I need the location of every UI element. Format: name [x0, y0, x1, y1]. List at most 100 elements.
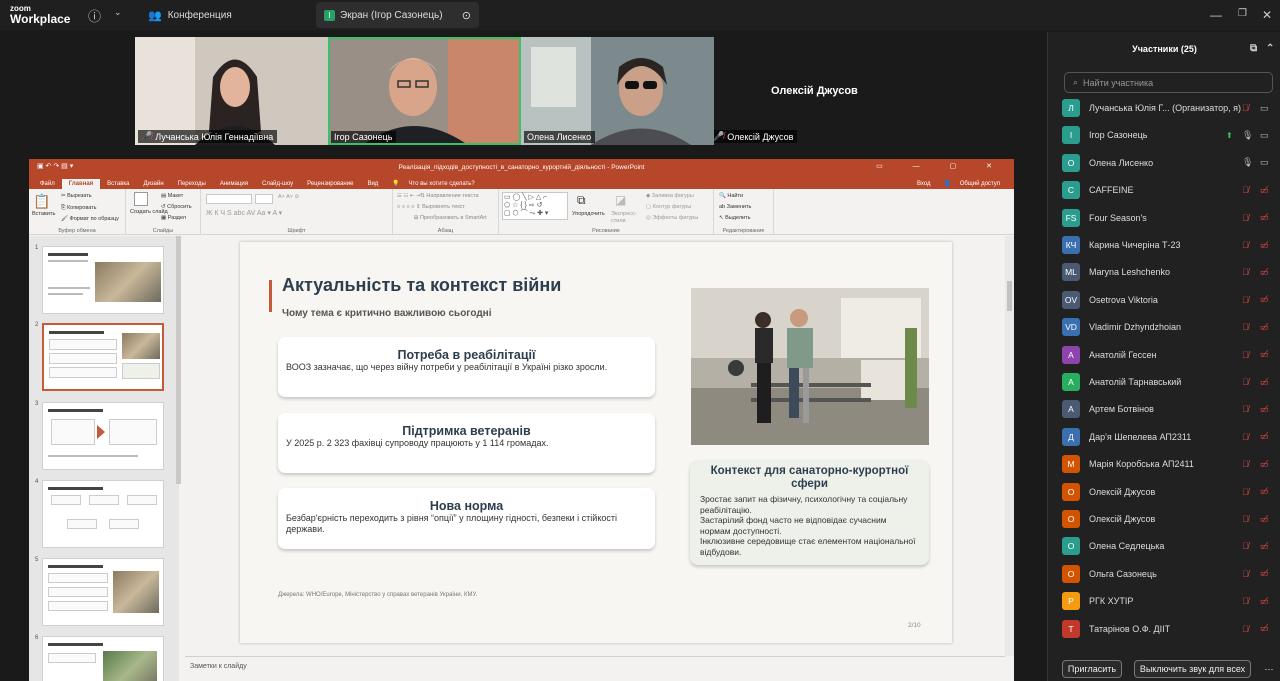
select-button[interactable]: ↖ Выделить [719, 215, 751, 221]
participant-row[interactable]: О Олена Седлецька 🎙̸ ▭̸ [1062, 536, 1280, 556]
font-family-select[interactable] [206, 194, 252, 204]
video-tile[interactable]: Олена Лисенко [521, 37, 714, 145]
find-button[interactable]: 🔍 Найти [719, 193, 743, 199]
minimize-icon[interactable]: — [1210, 8, 1222, 22]
more-icon[interactable]: ⊙ [462, 9, 471, 22]
participant-row[interactable]: А Анатолій Гессен 🎙̸ ▭̸ [1062, 345, 1280, 365]
info-icon[interactable]: ⓘ [88, 6, 101, 25]
text-direction-button[interactable]: ⇅ Направление текста [405, 193, 478, 199]
camera-off-icon[interactable]: ▭̸ [1260, 541, 1269, 552]
ribbon-tab-view[interactable]: Вид [360, 179, 385, 189]
mic-muted-icon[interactable]: 🎙̸ [1242, 404, 1249, 414]
camera-off-icon[interactable]: ▭̸ [1260, 267, 1269, 278]
participant-row[interactable]: А Артем Ботвінов 🎙̸ ▭̸ [1062, 399, 1280, 419]
video-tile-active-speaker[interactable]: Ігор Сазонець [328, 37, 521, 145]
slide-scrollbar[interactable] [1005, 236, 1014, 656]
arrange-button[interactable]: Упорядочить [572, 211, 605, 217]
participant-row[interactable]: I Ігор Сазонець ⬆ 🎙 ▭ [1062, 125, 1280, 145]
camera-off-icon[interactable]: ▭̸ [1260, 514, 1269, 525]
mic-muted-icon[interactable]: 🎙̸ [1242, 185, 1249, 195]
collapse-icon[interactable]: ⌃ [1266, 43, 1274, 54]
camera-off-icon[interactable]: ▭̸ [1260, 349, 1269, 360]
participant-row[interactable]: М Марія Коробська АП2411 🎙̸ ▭̸ [1062, 454, 1280, 474]
shapes-gallery[interactable]: ▭ ◯ ╲ ▷ △ ⌐ ⬠ ☆ { } ⇨ ↺ ▢ ⬡ ⌒ ⤳ ✚ ▾ [502, 192, 568, 220]
align-icons[interactable]: ≡ ≡ ≡ ≡ ⇕ Выровнять текст [397, 204, 465, 210]
participant-row[interactable]: FS Four Season's 🎙̸ ▭̸ [1062, 208, 1280, 228]
replace-button[interactable]: ab Заменить [719, 204, 751, 210]
popout-icon[interactable]: ⧉ [1250, 43, 1257, 54]
mic-muted-icon[interactable]: 🎙̸ [1242, 514, 1249, 524]
camera-icon[interactable]: ▭ [1260, 157, 1269, 168]
slide-thumbnail[interactable] [42, 636, 164, 681]
slide-thumbnail[interactable] [42, 480, 164, 548]
section-button[interactable]: ▦ Раздел [161, 215, 186, 221]
restore-icon[interactable]: ❐ [1238, 8, 1247, 19]
layout-button[interactable]: ▤ Макет [161, 193, 183, 199]
arrange-icon[interactable]: ⧉ [577, 193, 586, 208]
mic-muted-icon[interactable]: 🎙̸ [1242, 541, 1249, 551]
mic-muted-icon[interactable]: 🎙̸ [1242, 295, 1249, 305]
ribbon-tab-file[interactable]: Файл [33, 179, 62, 189]
camera-icon[interactable]: ▭ [1260, 103, 1269, 114]
camera-off-icon[interactable]: ▭̸ [1260, 240, 1269, 251]
new-slide-icon[interactable] [134, 192, 148, 206]
participant-row[interactable]: C CAFFEINE 🎙̸ ▭̸ [1062, 180, 1280, 200]
camera-off-icon[interactable]: ▭̸ [1260, 322, 1269, 333]
mute-all-button[interactable]: Выключить звук для всех [1134, 660, 1251, 678]
font-style-icons[interactable]: Ж К Ч S abc AV Aa ▾ A ▾ [206, 209, 282, 217]
camera-off-icon[interactable]: ▭̸ [1260, 404, 1269, 415]
paste-button[interactable]: Вставить [32, 211, 55, 217]
participant-row[interactable]: Р РГК ХУТІР 🎙̸ ▭̸ [1062, 591, 1280, 611]
camera-off-icon[interactable]: ▭̸ [1260, 623, 1269, 634]
camera-icon[interactable]: ▭ [1260, 130, 1269, 141]
share-button[interactable]: 👤 Общий доступ [937, 178, 1014, 189]
mic-muted-icon[interactable]: 🎙̸ [1242, 213, 1249, 223]
tell-me-search[interactable]: 💡 Что вы хотите сделать? [385, 178, 488, 189]
ribbon-tab-slideshow[interactable]: Слайд-шоу [255, 179, 300, 189]
more-options-icon[interactable]: ⋯ [1261, 660, 1277, 678]
tab-screen-share[interactable]: I Экран (Ігор Сазонець) ⊙ [316, 2, 479, 28]
camera-off-icon[interactable]: ▭̸ [1260, 294, 1269, 305]
participant-row[interactable]: OV Osetrova Viktoria 🎙̸ ▭̸ [1062, 290, 1280, 310]
sign-in[interactable]: Вход [910, 179, 937, 189]
camera-off-icon[interactable]: ▭̸ [1260, 431, 1269, 442]
mic-muted-icon[interactable]: 🎙̸ [1242, 377, 1249, 387]
mic-muted-icon[interactable]: 🎙̸ [1242, 569, 1249, 579]
video-tile[interactable]: 🎤̸ Лучанська Юлія Геннадіївна [135, 37, 328, 145]
font-grow-shrink-icons[interactable]: A˄ A˅ ⊘ [278, 194, 299, 200]
format-painter-button[interactable]: 🖌 Формат по образцу [61, 216, 119, 222]
quick-styles-button[interactable]: Экспресс-стили [611, 211, 641, 225]
camera-off-icon[interactable]: ▭̸ [1260, 212, 1269, 223]
invite-button[interactable]: Пригласить [1062, 660, 1122, 678]
paste-icon[interactable]: 📋 [33, 193, 50, 210]
participant-row[interactable]: ML Maryna Leshchenko 🎙̸ ▭̸ [1062, 262, 1280, 282]
participant-row[interactable]: О Олексій Джусов 🎙̸ ▭̸ [1062, 509, 1280, 529]
participant-row[interactable]: КЧ Карина Чичеріна Т-23 🎙̸ ▭̸ [1062, 235, 1280, 255]
slide-thumbnail-selected[interactable] [42, 323, 164, 391]
mic-muted-icon[interactable]: 🎙̸ [1242, 459, 1249, 469]
font-size-select[interactable] [255, 194, 273, 204]
shape-effects-button[interactable]: ◎ Эффекты фигуры [646, 215, 698, 221]
mic-muted-icon[interactable]: 🎙̸ [1242, 487, 1249, 497]
camera-off-icon[interactable]: ▭̸ [1260, 596, 1269, 607]
thumbnails-scrollbar[interactable] [176, 236, 181, 484]
mic-icon[interactable]: 🎙 [1242, 157, 1253, 168]
mic-muted-icon[interactable]: 🎙̸ [1242, 103, 1249, 113]
ribbon-tab-home[interactable]: Главная [61, 179, 101, 189]
reset-button[interactable]: ↺ Сбросить [161, 204, 192, 210]
close-icon[interactable]: ✕ [1262, 8, 1272, 22]
mic-muted-icon[interactable]: 🎙̸ [1242, 350, 1249, 360]
shape-fill-button[interactable]: ◆ Заливка фигуры [646, 193, 694, 199]
mic-muted-icon[interactable]: 🎙̸ [1242, 240, 1249, 250]
mic-muted-icon[interactable]: 🎙̸ [1242, 322, 1249, 332]
slide-thumbnail[interactable] [42, 246, 164, 314]
mic-icon[interactable]: 🎙 [1242, 130, 1253, 141]
mic-muted-icon[interactable]: 🎙̸ [1242, 596, 1249, 606]
participant-row[interactable]: О Олена Лисенко 🎙 ▭ [1062, 153, 1280, 173]
participant-search-input[interactable]: ⌕ Найти участника [1064, 72, 1273, 93]
quick-styles-icon[interactable]: ◪ [615, 193, 626, 207]
chevron-down-icon[interactable]: ⌄ [114, 7, 122, 18]
camera-off-icon[interactable]: ▭̸ [1260, 486, 1269, 497]
ribbon-tab-review[interactable]: Рецензирование [300, 179, 360, 189]
ribbon-tab-transitions[interactable]: Переходы [171, 179, 213, 189]
